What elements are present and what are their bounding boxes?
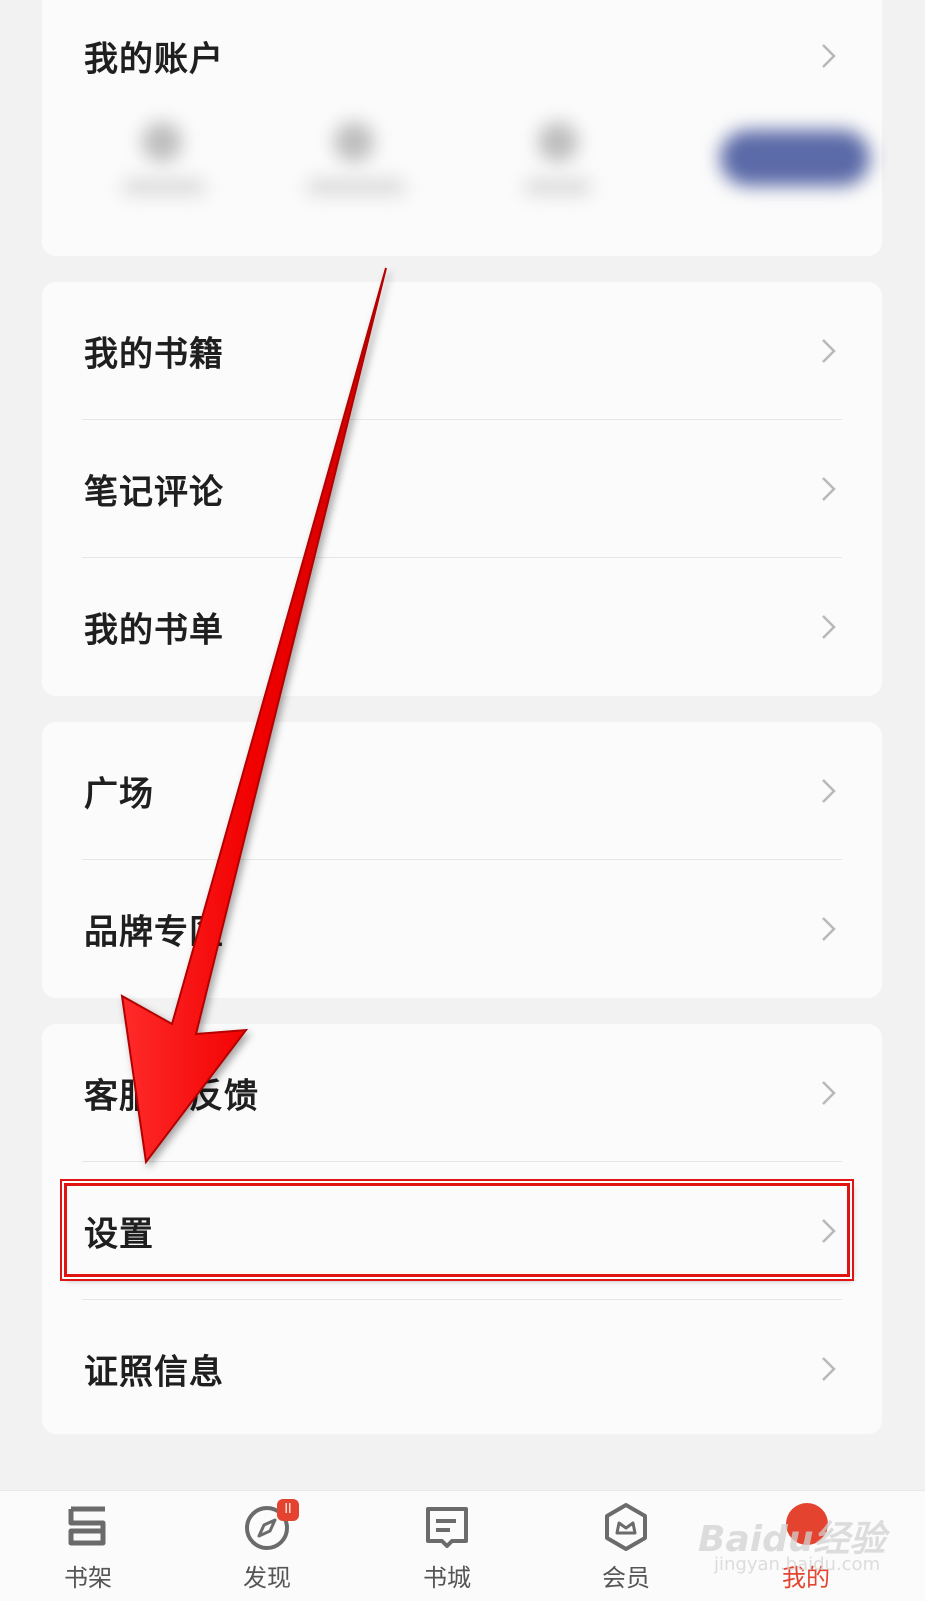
reading-card: 我的书籍 笔记评论 我的书单 (42, 282, 882, 696)
chevron-right-icon (822, 1357, 836, 1381)
discover-badge: ll (277, 1499, 299, 1521)
plaza-label: 广场 (84, 774, 154, 815)
tab-member[interactable]: 会员 (556, 1491, 696, 1601)
stat-placeholder-3-text (526, 180, 590, 194)
chevron-right-icon (822, 1081, 836, 1105)
brand-zone-row[interactable]: 品牌专区 (42, 860, 882, 998)
my-books-row[interactable]: 我的书籍 (42, 282, 882, 420)
my-account-row[interactable]: 我的账户 (42, 0, 882, 112)
stat-placeholder-2 (334, 122, 374, 162)
tab-bookshelf-label: 书架 (64, 1564, 112, 1592)
tab-bookshelf[interactable]: 书架 (18, 1491, 158, 1601)
my-booklists-row[interactable]: 我的书单 (42, 558, 882, 696)
license-info-row[interactable]: 证照信息 (42, 1300, 882, 1438)
my-booklists-label: 我的书单 (84, 610, 224, 651)
tab-member-label: 会员 (602, 1564, 650, 1592)
account-stats-blurred (102, 112, 882, 222)
license-info-label: 证照信息 (84, 1352, 224, 1393)
my-books-label: 我的书籍 (84, 334, 224, 375)
baidu-watermark: Baidu经验 jingyan.baidu.com (690, 1510, 890, 1590)
chevron-right-icon (822, 615, 836, 639)
tab-discover-label: 发现 (243, 1564, 291, 1592)
chevron-right-icon (822, 779, 836, 803)
brand-zone-label: 品牌专区 (84, 912, 224, 953)
stat-placeholder-1 (142, 122, 182, 162)
plaza-row[interactable]: 广场 (42, 722, 882, 860)
settings-highlight-box (64, 1183, 850, 1277)
stat-placeholder-2-text (308, 180, 404, 194)
chevron-right-icon (822, 44, 836, 68)
tab-bookstore[interactable]: 书城 (377, 1491, 517, 1601)
support-feedback-label: 客服与反馈 (84, 1076, 259, 1117)
member-icon (605, 1503, 647, 1551)
account-card: 我的账户 (42, 0, 882, 256)
stat-placeholder-3 (538, 122, 578, 162)
support-feedback-row[interactable]: 客服与反馈 (42, 1024, 882, 1162)
watermark-sub: jingyan.baidu.com (714, 1554, 881, 1575)
notes-comments-label: 笔记评论 (84, 472, 224, 513)
chevron-right-icon (822, 339, 836, 363)
bookshelf-icon (68, 1506, 106, 1546)
tab-bookstore-label: 书城 (423, 1564, 471, 1592)
stat-placeholder-button (720, 130, 870, 186)
notes-comments-row[interactable]: 笔记评论 (42, 420, 882, 558)
chevron-right-icon (822, 917, 836, 941)
bookstore-icon (426, 1507, 468, 1548)
my-account-label: 我的账户 (84, 39, 224, 80)
stat-placeholder-1-text (124, 180, 204, 194)
tab-discover[interactable]: ll 发现 (197, 1491, 337, 1601)
chevron-right-icon (822, 477, 836, 501)
community-card: 广场 品牌专区 (42, 722, 882, 998)
